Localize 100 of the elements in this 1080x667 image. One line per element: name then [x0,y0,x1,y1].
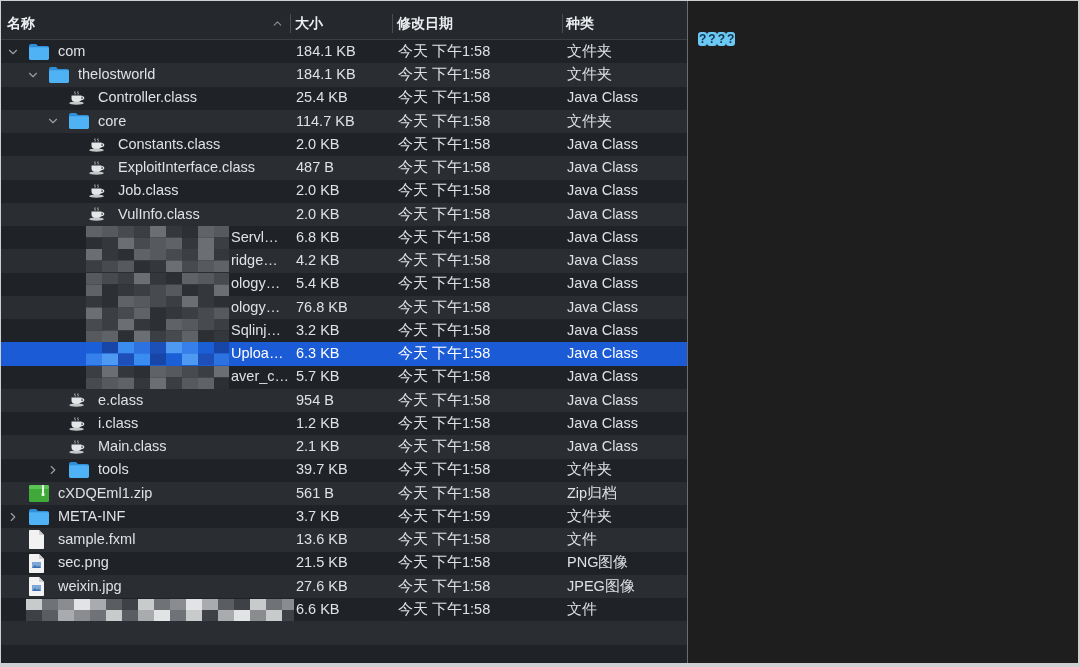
file-size: 6.8 KB [296,228,340,245]
folder-icon [29,43,49,60]
file-name: Main.class [98,437,167,456]
modified-date: 今天 下午1:58 [398,182,491,199]
file-kind: Java Class [567,252,638,268]
modified-date: 今天 下午1:58 [398,135,491,152]
file-kind: Java Class [567,275,638,292]
file-kind: 文件夹 [567,66,612,82]
file-name: thelostworld [78,65,156,84]
coffee-cup-icon [69,416,86,431]
file-size: 2.0 KB [296,135,340,152]
file-name: sec.png [58,553,109,573]
folder-icon [29,508,49,525]
column-header[interactable]: 大小 [290,8,392,39]
file-kind: JPEG图像 [567,577,635,594]
file-kind: Java Class [567,135,638,152]
modified-date: 今天 下午1:58 [398,205,491,222]
file-name: tools [98,460,129,480]
modified-date: 今天 下午1:58 [398,414,491,431]
file-kind: Java Class [567,321,638,338]
modified-date: 今天 下午1:58 [398,554,491,571]
modified-date: 今天 下午1:58 [398,159,491,175]
file-kind: Java Class [567,414,638,431]
file-name: ology… [231,274,281,294]
modified-date: 今天 下午1:58 [398,438,491,454]
file-size: 25.4 KB [296,89,348,106]
file-row[interactable]: weixin.jpg 27.6 KB 今天 下午1:58 JPEG图像 [1,574,687,598]
modified-date: 今天 下午1:58 [398,112,491,129]
file-kind: Java Class [567,89,638,106]
file-kind: 文件夹 [567,461,612,478]
coffee-cup-icon [69,91,86,106]
file-name: VulInfo.class [118,204,200,224]
file-name: e.class [98,390,144,410]
file-size: 13.6 KB [296,531,348,547]
file-kind: Java Class [567,182,638,199]
file-row[interactable]: thelostworld 184.1 KB 今天 下午1:58 文件夹 [1,63,687,87]
image-file-icon [29,553,44,573]
file-size: 5.4 KB [296,275,340,292]
modified-date: 今天 下午1:58 [398,42,491,59]
modified-date: 今天 下午1:58 [398,600,491,617]
file-row[interactable]: ology… 76.8 KB 今天 下午1:58 Java Class [1,295,687,319]
file-kind: Java Class [567,391,638,408]
file-size: 4.2 KB [296,252,340,268]
file-size: 954 B [296,391,334,408]
file-size: 487 B [296,159,334,175]
file-kind: Java Class [567,368,638,385]
modified-date: 今天 下午1:58 [398,321,491,338]
modified-date: 今天 下午1:58 [398,298,491,315]
file-kind: PNG图像 [567,554,629,571]
file-kind: 文件夹 [567,112,612,129]
file-size: 2.0 KB [296,205,340,222]
archive-icon [29,484,49,502]
file-row[interactable]: cXDQEml1.zip 561 B 今天 下午1:58 Zip归档 [1,481,687,505]
file-row[interactable]: e.class 954 B 今天 下午1:58 Java Class [1,388,687,412]
column-header[interactable]: 种类 [562,8,687,39]
file-name: ExploitInterface.class [118,158,255,177]
file-name: com [58,41,86,61]
column-header[interactable]: 修改日期 [392,8,562,39]
file-size: 3.2 KB [296,321,340,338]
file-name: Job.class [118,181,179,201]
file-kind: Java Class [567,159,638,175]
file-kind: Java Class [567,228,638,245]
file-name: META-INF [58,506,126,526]
file-row[interactable]: VulInfo.class 2.0 KB 今天 下午1:58 Java Class [1,202,687,226]
coffee-cup-icon [69,393,86,408]
file-size: 561 B [296,484,334,501]
file-kind: 文件 [567,531,597,547]
file-name: cXDQEml1.zip [58,483,153,503]
file-kind: Java Class [567,345,638,361]
file-row[interactable]: ExploitInterface.class 487 B 今天 下午1:58 Java Class [1,156,687,180]
preview-text: ???? [698,32,736,46]
folder-icon [69,113,89,130]
file-row[interactable]: ridge… 4.2 KB 今天 下午1:58 Java Class [1,249,687,273]
file-kind: Java Class [567,298,638,315]
file-size: 21.5 KB [296,554,348,571]
file-size: 2.1 KB [296,438,340,454]
column-header[interactable]: 名称 [1,8,290,39]
file-kind: Java Class [567,438,638,454]
modified-date: 今天 下午1:58 [398,368,491,385]
file-name: Uploa… [231,344,284,363]
file-size: 39.7 KB [296,461,348,478]
coffee-cup-icon [89,184,106,199]
file-size: 184.1 KB [296,66,356,82]
modified-date: 今天 下午1:58 [398,228,491,245]
file-name: i.class [98,413,139,433]
modified-date: 今天 下午1:58 [398,461,491,478]
coffee-cup-icon [89,160,106,175]
file-name: weixin.jpg [58,576,122,596]
modified-date: 今天 下午1:58 [398,577,491,594]
file-row[interactable]: sample.fxml 13.6 KB 今天 下午1:58 文件 [1,528,687,552]
modified-date: 今天 下午1:58 [398,484,491,501]
modified-date: 今天 下午1:58 [398,345,491,361]
file-row[interactable]: Main.class 2.1 KB 今天 下午1:58 Java Class [1,435,687,459]
file-name: sample.fxml [58,530,136,549]
file-row[interactable]: Uploa… 6.3 KB 今天 下午1:58 Java Class [1,342,687,366]
modified-date: 今天 下午1:58 [398,89,491,106]
file-name: Servl… [231,227,279,247]
file-row[interactable]: core 114.7 KB 今天 下午1:58 文件夹 [1,109,687,133]
coffee-cup-icon [69,439,86,454]
file-size: 6.6 KB [296,600,340,617]
